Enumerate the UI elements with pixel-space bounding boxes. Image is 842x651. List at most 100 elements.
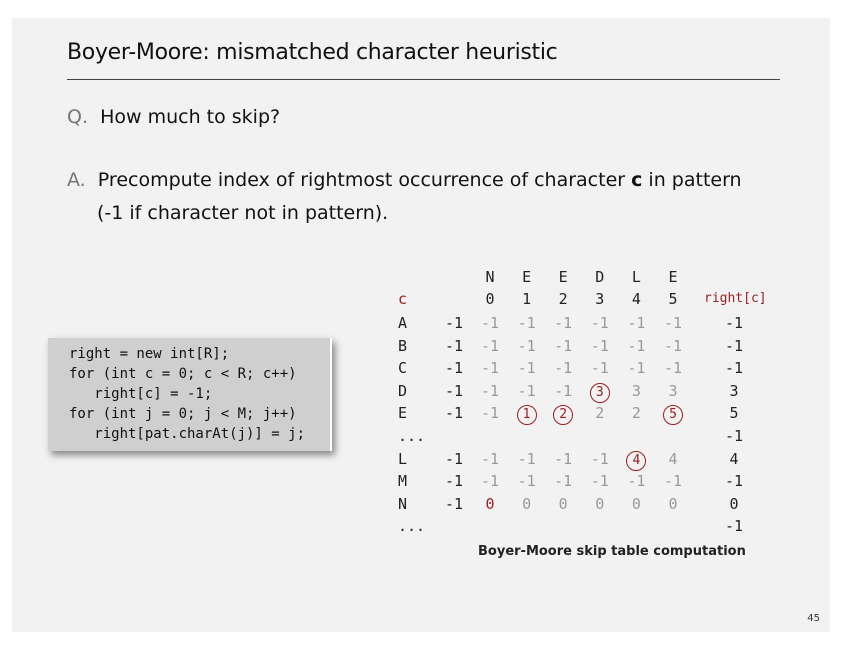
row-char: L [398, 449, 408, 468]
step-value: -1 [480, 472, 500, 491]
step-value: -1 [480, 359, 500, 378]
circled-value-text: 3 [589, 382, 610, 403]
step-value: -1 [663, 359, 683, 378]
right-value: -1 [724, 472, 744, 491]
right-value: -1 [724, 427, 744, 445]
step-value: 4 [668, 449, 678, 468]
code-line: for (int j = 0; j < M; j++) [69, 406, 297, 422]
step-value: 0 [558, 494, 568, 513]
step-value: -1 [554, 314, 573, 332]
right-value: 4 [729, 449, 739, 468]
step-value: -1 [554, 381, 573, 400]
step-value: -1 [590, 449, 609, 468]
step-value: -1 [554, 336, 573, 355]
step-value: -1 [663, 336, 683, 355]
init-value: -1 [444, 472, 464, 491]
step-value: -1 [480, 336, 500, 355]
slide-title: Boyer-Moore: mismatched character heuris… [67, 40, 558, 65]
step-value: -1 [517, 359, 536, 378]
right-value: -1 [724, 359, 744, 378]
step-value: 2 [631, 404, 641, 423]
code-line: right[c] = -1; [69, 386, 213, 402]
init-value: -1 [444, 314, 464, 332]
pattern-char: L [631, 268, 641, 286]
circled-value-text: 4 [626, 450, 647, 471]
init-value: -1 [444, 404, 464, 423]
code-box: right = new int[R]; for (int c = 0; c < … [48, 338, 332, 451]
pattern-index: 4 [631, 290, 641, 308]
init-value: -1 [444, 359, 464, 378]
step-value: 0 [668, 494, 678, 513]
right-value: -1 [724, 336, 744, 355]
step-value: -1 [517, 336, 536, 355]
step-value: 2 [595, 404, 605, 423]
pattern-index: 1 [522, 290, 532, 308]
step-value: -1 [663, 472, 683, 491]
circled-value-text: 2 [553, 405, 574, 426]
c-column-header: c [398, 290, 408, 308]
row-char: B [398, 336, 408, 355]
pattern-index: 2 [558, 290, 568, 308]
step-value: -1 [554, 472, 573, 491]
code-line: right = new int[R]; [69, 346, 230, 362]
right-value: -1 [724, 517, 744, 536]
row-char: A [398, 314, 408, 332]
circled-value: 1 [509, 404, 545, 426]
step-value: -1 [627, 472, 646, 491]
answer-text-pre: Precompute index of rightmost occurrence… [97, 169, 632, 191]
pattern-char: E [668, 268, 678, 286]
step-value: -1 [517, 449, 536, 468]
circled-value: 3 [582, 382, 618, 403]
row-char: M [398, 472, 408, 491]
right-value: -1 [724, 314, 744, 332]
step-value: -1 [517, 381, 536, 400]
step-value: -1 [663, 314, 683, 332]
pattern-index: 0 [485, 290, 495, 308]
row-char: N [398, 494, 408, 513]
step-value: -1 [517, 314, 536, 332]
row-char: D [398, 381, 408, 400]
right-value: 5 [729, 404, 739, 423]
step-value: -1 [627, 314, 646, 332]
step-value: -1 [590, 314, 609, 332]
right-value: 3 [729, 381, 739, 400]
answer-line: A. Precompute index of rightmost occurre… [67, 169, 742, 191]
step-value: -1 [480, 449, 500, 468]
step-value: -1 [590, 336, 609, 355]
answer-line-2: (-1 if character not in pattern). [97, 202, 389, 224]
slide: Boyer-Moore: mismatched character heuris… [12, 18, 830, 632]
question-line: Q. How much to skip? [67, 106, 280, 128]
step-value: -1 [590, 359, 609, 378]
answer-char: c [631, 169, 643, 191]
pattern-char: E [558, 268, 568, 286]
step-value: -1 [480, 381, 500, 400]
right-column-header: right[c] [704, 291, 767, 306]
title-divider [67, 79, 780, 80]
step-value: 3 [631, 381, 641, 400]
table-caption: Boyer-Moore skip table computation [478, 544, 746, 559]
code-line: for (int c = 0; c < R; c++) [69, 366, 297, 382]
circled-value: 4 [618, 450, 654, 471]
step-value: -1 [517, 472, 536, 491]
step-value: 3 [668, 381, 678, 400]
step-value: 0 [631, 494, 641, 513]
code-line: right[pat.charAt(j)] = j; [69, 426, 306, 442]
answer-label: A. [67, 169, 86, 191]
pattern-char: N [485, 268, 495, 286]
page-number: 45 [807, 613, 820, 624]
step-value: -1 [590, 472, 609, 491]
step-value: 0 [485, 494, 495, 513]
step-value: 0 [522, 494, 532, 513]
row-char: ... [398, 427, 426, 445]
pattern-index: 5 [668, 290, 678, 308]
step-value: 0 [595, 494, 605, 513]
circled-value: 2 [545, 404, 581, 426]
question-text: How much to skip? [100, 106, 281, 128]
row-char: C [398, 359, 408, 378]
init-value: -1 [444, 336, 464, 355]
circled-value-text: 5 [663, 405, 683, 426]
right-value: 0 [729, 494, 739, 513]
row-char: ... [398, 517, 426, 536]
init-value: -1 [444, 449, 464, 468]
question-label: Q. [67, 106, 88, 128]
